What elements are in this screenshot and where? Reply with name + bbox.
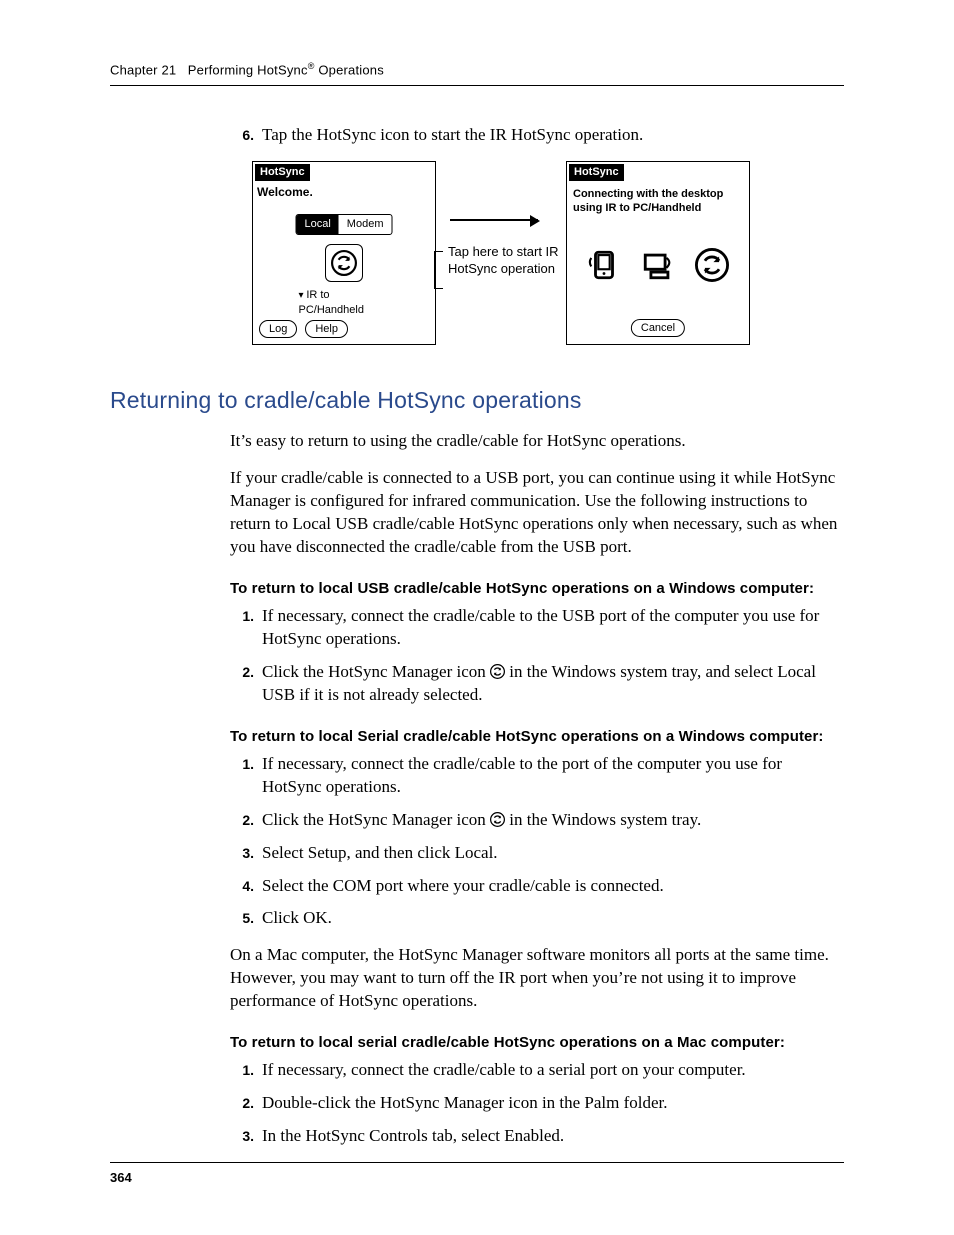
reg-mark: ®	[308, 61, 315, 71]
step-text: Click OK.	[262, 907, 844, 930]
content-area: 6. Tap the HotSync icon to start the IR …	[230, 124, 844, 1148]
step-number: 2.	[230, 809, 262, 832]
step-number: 6.	[230, 124, 262, 147]
welcome-text: Welcome.	[257, 184, 313, 200]
step-number: 3.	[230, 1125, 262, 1148]
subheading-serial-windows: To return to local Serial cradle/cable H…	[230, 727, 844, 747]
segment-local[interactable]: Local	[297, 215, 339, 234]
step-number: 2.	[230, 661, 262, 707]
cancel-button[interactable]: Cancel	[631, 319, 685, 337]
list-item: 2. Double-click the HotSync Manager icon…	[230, 1092, 844, 1115]
step-6: 6. Tap the HotSync icon to start the IR …	[230, 124, 844, 147]
step-number: 1.	[230, 605, 262, 651]
list-item: 1. If necessary, connect the cradle/cabl…	[230, 753, 844, 799]
paragraph: It’s easy to return to using the cradle/…	[230, 430, 844, 453]
pc-icon	[641, 248, 675, 282]
chapter-title-2: Operations	[315, 62, 384, 77]
list-item: 3. In the HotSync Controls tab, select E…	[230, 1125, 844, 1148]
step-text: Click the HotSync Manager icon in the Wi…	[262, 661, 844, 707]
step-number: 1.	[230, 1059, 262, 1082]
running-header: Chapter 21 Performing HotSync® Operation…	[110, 60, 844, 86]
paragraph: On a Mac computer, the HotSync Manager s…	[230, 944, 844, 1013]
arrow-icon	[450, 219, 538, 221]
segment-modem[interactable]: Modem	[339, 215, 392, 234]
step-text: Select Setup, and then click Local.	[262, 842, 844, 865]
step-text: Click the HotSync Manager icon in the Wi…	[262, 809, 844, 832]
panel-title: HotSync	[569, 164, 624, 181]
step-text: Double-click the HotSync Manager icon in…	[262, 1092, 844, 1115]
hotsync-panel-right: HotSync Connecting with the desktop usin…	[566, 161, 750, 345]
connecting-text: Connecting with the desktop using IR to …	[573, 188, 743, 216]
step-text: If necessary, connect the cradle/cable t…	[262, 605, 844, 651]
hotsync-icon[interactable]	[325, 244, 363, 282]
page-number: 364	[110, 1162, 844, 1187]
section-heading: Returning to cradle/cable HotSync operat…	[110, 385, 844, 416]
list-serial-mac: 1. If necessary, connect the cradle/cabl…	[230, 1059, 844, 1148]
step-number: 3.	[230, 842, 262, 865]
list-item: 5. Click OK.	[230, 907, 844, 930]
step-number: 4.	[230, 875, 262, 898]
local-modem-segment[interactable]: Local Modem	[296, 214, 393, 235]
step-number: 2.	[230, 1092, 262, 1115]
list-item: 4. Select the COM port where your cradle…	[230, 875, 844, 898]
chapter-title-1: Performing HotSync	[188, 62, 308, 77]
step-number: 5.	[230, 907, 262, 930]
hotsync-panel-left: HotSync Welcome. Local Modem IR to PC/Ha…	[252, 161, 436, 345]
log-button[interactable]: Log	[259, 320, 297, 338]
paragraph: If your cradle/cable is connected to a U…	[230, 467, 844, 559]
list-item: 2. Click the HotSync Manager icon in the…	[230, 661, 844, 707]
handheld-icon	[587, 248, 621, 282]
list-item: 3. Select Setup, and then click Local.	[230, 842, 844, 865]
figure: HotSync Welcome. Local Modem IR to PC/Ha…	[252, 161, 844, 345]
status-icons	[567, 248, 749, 282]
step-text: If necessary, connect the cradle/cable t…	[262, 753, 844, 799]
bracket-icon	[434, 251, 443, 289]
callout-text: Tap here to start IR HotSync operation	[448, 243, 566, 278]
hotsync-manager-icon	[490, 664, 505, 679]
subheading-serial-mac: To return to local serial cradle/cable H…	[230, 1033, 844, 1053]
step-text: Select the COM port where your cradle/ca…	[262, 875, 844, 898]
step-text: If necessary, connect the cradle/cable t…	[262, 1059, 844, 1082]
sync-icon	[695, 248, 729, 282]
subheading-usb-windows: To return to local USB cradle/cable HotS…	[230, 579, 844, 599]
step-text: Tap the HotSync icon to start the IR Hot…	[262, 124, 844, 147]
page: Chapter 21 Performing HotSync® Operation…	[0, 0, 954, 1235]
list-serial-windows: 1. If necessary, connect the cradle/cabl…	[230, 753, 844, 931]
chapter-label: Chapter 21	[110, 62, 176, 77]
step-text: In the HotSync Controls tab, select Enab…	[262, 1125, 844, 1148]
sync-icon	[331, 250, 357, 276]
list-item: 1. If necessary, connect the cradle/cabl…	[230, 605, 844, 651]
hotsync-manager-icon	[490, 812, 505, 827]
list-usb-windows: 1. If necessary, connect the cradle/cabl…	[230, 605, 844, 707]
figure-callout: Tap here to start IR HotSync operation	[436, 161, 566, 209]
panel-title: HotSync	[255, 164, 310, 181]
step-number: 1.	[230, 753, 262, 799]
list-item: 1. If necessary, connect the cradle/cabl…	[230, 1059, 844, 1082]
help-button[interactable]: Help	[305, 320, 348, 338]
ir-dropdown[interactable]: IR to PC/Handheld	[299, 288, 390, 318]
list-item: 2. Click the HotSync Manager icon in the…	[230, 809, 844, 832]
